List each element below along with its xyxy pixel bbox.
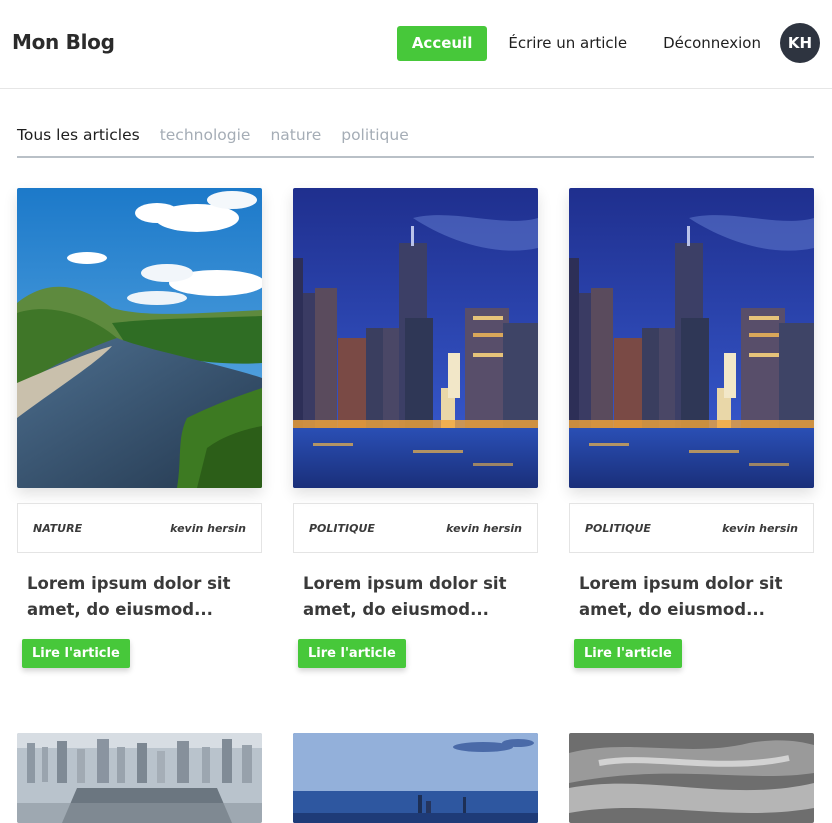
tab-all-articles[interactable]: Tous les articles xyxy=(17,125,140,156)
article-image-city[interactable] xyxy=(569,188,814,488)
main-nav: Acceuil Écrire un article Déconnexion KH xyxy=(396,23,820,63)
article-card: NATURE kevin hersin Lorem ipsum dolor si… xyxy=(17,188,262,668)
article-category[interactable]: NATURE xyxy=(33,522,82,535)
article-category[interactable]: POLITIQUE xyxy=(585,522,651,535)
article-image-aerial-city[interactable] xyxy=(17,733,262,823)
article-category[interactable]: POLITIQUE xyxy=(309,522,375,535)
article-title[interactable]: Lorem ipsum dolor sit amet, do eiusmod..… xyxy=(569,571,814,623)
brand-logo[interactable]: Mon Blog xyxy=(12,30,115,54)
nav-logout-button[interactable]: Déconnexion xyxy=(648,26,776,61)
article-title[interactable]: Lorem ipsum dolor sit amet, do eiusmod..… xyxy=(17,571,262,623)
article-title[interactable]: Lorem ipsum dolor sit amet, do eiusmod..… xyxy=(293,571,538,623)
tab-technologie[interactable]: technologie xyxy=(160,125,251,156)
article-author: kevin hersin xyxy=(446,521,522,535)
read-article-button[interactable]: Lire l'article xyxy=(22,639,130,668)
article-meta: NATURE kevin hersin xyxy=(17,503,262,553)
article-image-river[interactable] xyxy=(17,188,262,488)
tab-nature[interactable]: nature xyxy=(270,125,321,156)
article-card: POLITIQUE kevin hersin Lorem ipsum dolor… xyxy=(569,188,814,668)
nav-home-button[interactable]: Acceuil xyxy=(396,25,488,61)
top-navbar: Mon Blog Acceuil Écrire un article Décon… xyxy=(0,0,832,89)
article-meta: POLITIQUE kevin hersin xyxy=(293,503,538,553)
nav-write-article-button[interactable]: Écrire un article xyxy=(493,26,642,61)
tab-politique[interactable]: politique xyxy=(341,125,409,156)
read-article-button[interactable]: Lire l'article xyxy=(574,639,682,668)
article-image-skyline[interactable] xyxy=(293,733,538,823)
article-author: kevin hersin xyxy=(722,521,798,535)
article-image-clouds[interactable] xyxy=(569,733,814,823)
article-card: POLITIQUE kevin hersin Lorem ipsum dolor… xyxy=(293,188,538,668)
article-image-city[interactable] xyxy=(293,188,538,488)
category-tabs: Tous les articles technologie nature pol… xyxy=(17,125,814,158)
article-meta: POLITIQUE kevin hersin xyxy=(569,503,814,553)
user-avatar[interactable]: KH xyxy=(780,23,820,63)
read-article-button[interactable]: Lire l'article xyxy=(298,639,406,668)
article-author: kevin hersin xyxy=(170,521,246,535)
